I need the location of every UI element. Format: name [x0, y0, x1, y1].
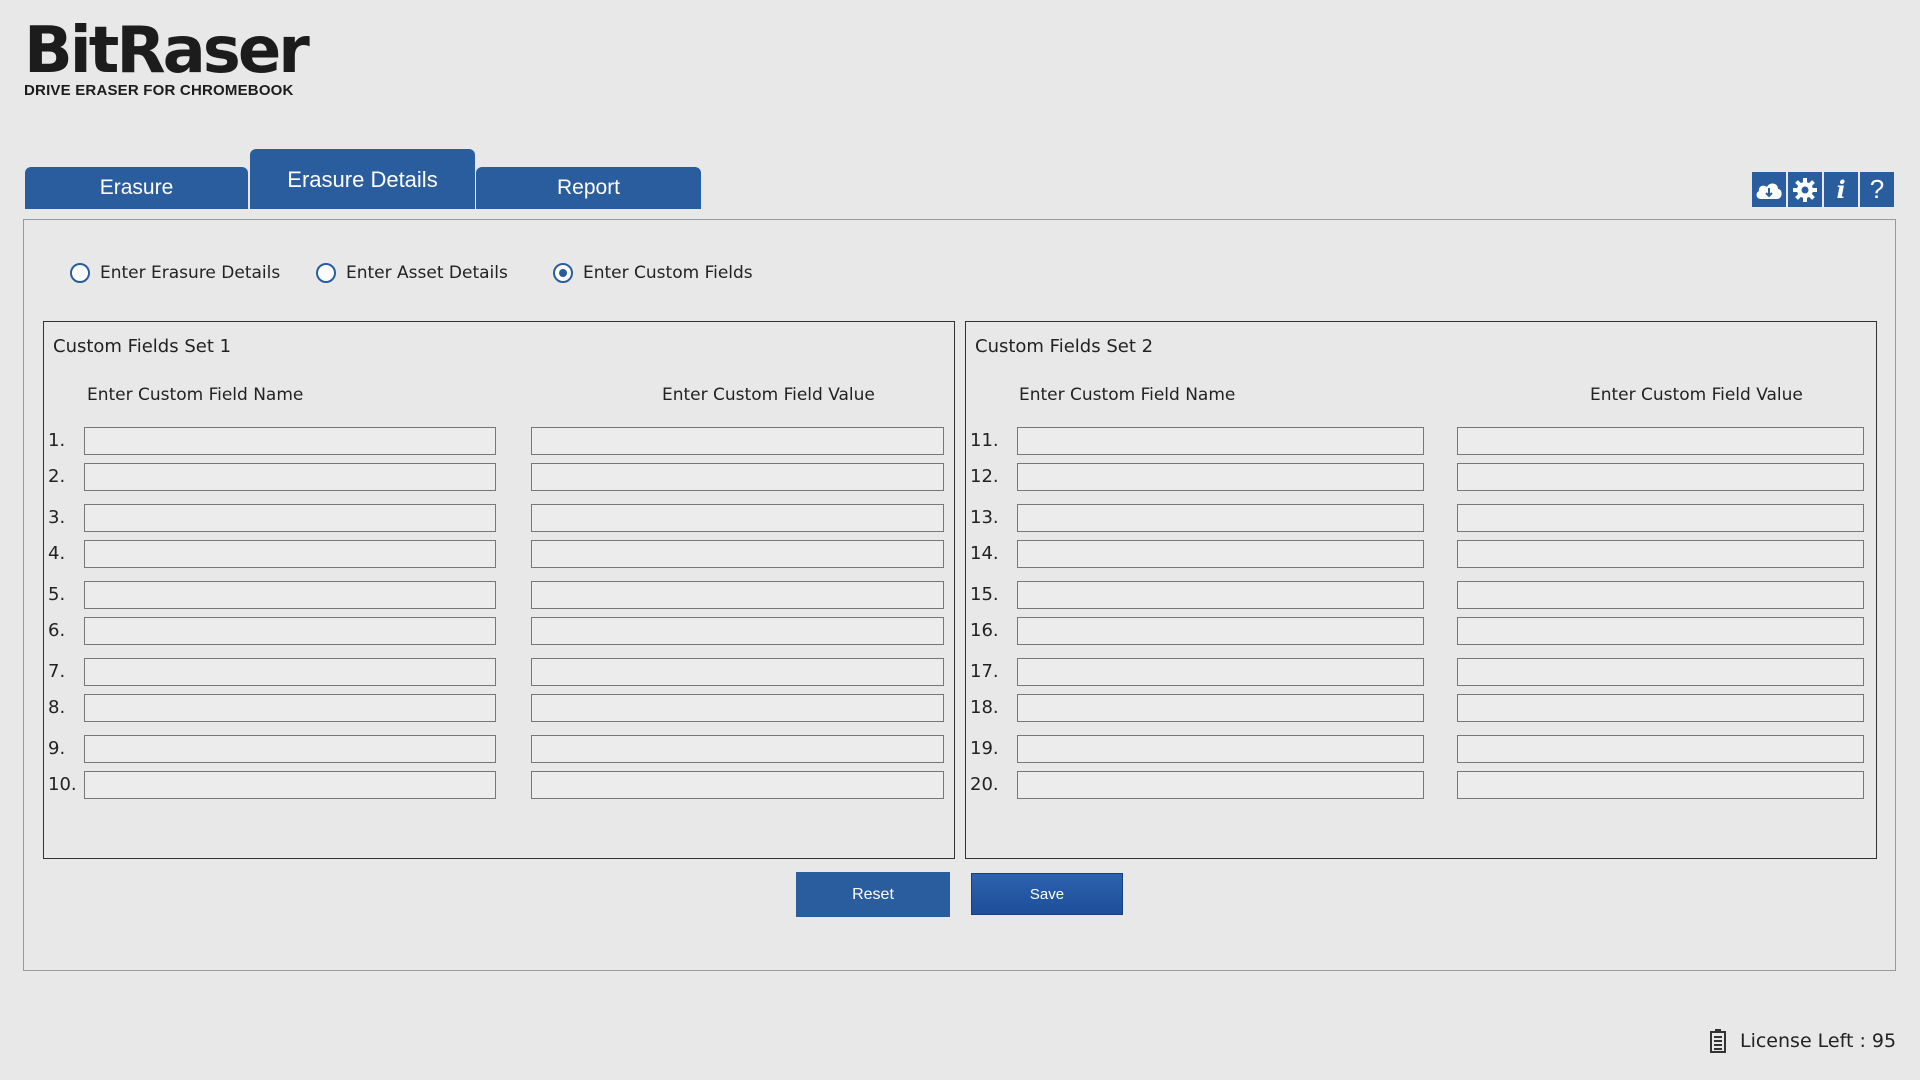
row-number: 4. [48, 543, 66, 564]
tab-erasure-details[interactable]: Erasure Details [250, 149, 475, 209]
radio-enter-asset-details[interactable]: Enter Asset Details [316, 260, 508, 286]
column-header-value: Enter Custom Field Value [662, 385, 875, 405]
custom-field-value-input[interactable] [531, 658, 944, 686]
row-number: 17. [970, 661, 999, 682]
custom-field-value-input[interactable] [1457, 735, 1864, 763]
reset-button[interactable]: Reset [796, 872, 950, 917]
info-icon[interactable]: i [1824, 172, 1858, 207]
toolbar: i ? [1752, 172, 1894, 207]
custom-field-value-input[interactable] [531, 463, 944, 491]
row-number: 3. [48, 507, 66, 528]
custom-field-name-input[interactable] [84, 581, 496, 609]
row-number: 18. [970, 697, 999, 718]
row-number: 9. [48, 738, 66, 759]
custom-field-name-input[interactable] [1017, 617, 1424, 645]
radio-label: Enter Asset Details [346, 263, 508, 283]
custom-field-value-input[interactable] [531, 694, 944, 722]
row-number: 14. [970, 543, 999, 564]
logo-title: BitRaser [24, 14, 310, 88]
row-number: 13. [970, 507, 999, 528]
custom-field-value-input[interactable] [531, 735, 944, 763]
custom-field-name-input[interactable] [1017, 427, 1424, 455]
custom-field-name-input[interactable] [84, 617, 496, 645]
radio-label: Enter Custom Fields [583, 263, 753, 283]
custom-field-name-input[interactable] [84, 694, 496, 722]
column-header-name: Enter Custom Field Name [1019, 385, 1236, 405]
row-number: 11. [970, 430, 999, 451]
custom-field-value-input[interactable] [531, 617, 944, 645]
custom-field-name-input[interactable] [84, 658, 496, 686]
row-number: 7. [48, 661, 66, 682]
custom-field-name-input[interactable] [84, 463, 496, 491]
row-number: 1. [48, 430, 66, 451]
custom-fields-set-2: Custom Fields Set 2 Enter Custom Field N… [965, 321, 1877, 859]
custom-field-value-input[interactable] [1457, 658, 1864, 686]
tab-erasure[interactable]: Erasure [25, 167, 248, 209]
radio-enter-custom-fields[interactable]: Enter Custom Fields [553, 260, 753, 286]
bitraser-logo: BitRaser DRIVE ERASER FOR CHROMEBOOK [24, 14, 310, 99]
custom-fields-set-1: Custom Fields Set 1 Enter Custom Field N… [43, 321, 955, 859]
custom-field-name-input[interactable] [84, 540, 496, 568]
row-number: 12. [970, 466, 999, 487]
custom-field-name-input[interactable] [84, 771, 496, 799]
help-icon[interactable]: ? [1860, 172, 1894, 207]
custom-field-name-input[interactable] [84, 427, 496, 455]
custom-field-name-input[interactable] [1017, 694, 1424, 722]
custom-field-value-input[interactable] [531, 427, 944, 455]
custom-field-value-input[interactable] [531, 771, 944, 799]
custom-field-name-input[interactable] [84, 735, 496, 763]
gear-icon[interactable] [1788, 172, 1822, 207]
custom-field-value-input[interactable] [1457, 504, 1864, 532]
custom-field-value-input[interactable] [1457, 694, 1864, 722]
tab-report[interactable]: Report [476, 167, 701, 209]
custom-field-name-input[interactable] [1017, 581, 1424, 609]
save-button[interactable]: Save [971, 873, 1123, 915]
license-status: License Left : 95 [1710, 1029, 1896, 1053]
custom-field-name-input[interactable] [1017, 735, 1424, 763]
custom-field-name-input[interactable] [1017, 658, 1424, 686]
fieldset-title: Custom Fields Set 1 [53, 336, 232, 357]
custom-field-value-input[interactable] [531, 504, 944, 532]
column-header-name: Enter Custom Field Name [87, 385, 304, 405]
custom-field-name-input[interactable] [1017, 504, 1424, 532]
radio-enter-erasure-details[interactable]: Enter Erasure Details [70, 260, 280, 286]
row-number: 10. [48, 774, 77, 795]
custom-field-value-input[interactable] [1457, 540, 1864, 568]
license-left-text: License Left : 95 [1740, 1030, 1897, 1052]
battery-icon [1710, 1029, 1726, 1053]
custom-field-name-input[interactable] [1017, 771, 1424, 799]
row-number: 16. [970, 620, 999, 641]
radio-button[interactable] [70, 263, 90, 283]
custom-field-value-input[interactable] [531, 540, 944, 568]
custom-field-name-input[interactable] [1017, 463, 1424, 491]
row-number: 2. [48, 466, 66, 487]
cloud-icon[interactable] [1752, 172, 1786, 207]
row-number: 5. [48, 584, 66, 605]
radio-label: Enter Erasure Details [100, 263, 281, 283]
row-number: 20. [970, 774, 999, 795]
custom-field-name-input[interactable] [84, 504, 496, 532]
logo-subtitle: DRIVE ERASER FOR CHROMEBOOK [24, 82, 294, 99]
row-number: 6. [48, 620, 66, 641]
radio-button-selected[interactable] [553, 263, 573, 283]
radio-button[interactable] [316, 263, 336, 283]
row-number: 19. [970, 738, 999, 759]
row-number: 15. [970, 584, 999, 605]
row-number: 8. [48, 697, 66, 718]
app-window: BitRaser DRIVE ERASER FOR CHROMEBOOK Era… [0, 0, 1920, 1080]
custom-field-value-input[interactable] [1457, 771, 1864, 799]
custom-field-value-input[interactable] [1457, 463, 1864, 491]
custom-field-value-input[interactable] [1457, 581, 1864, 609]
fieldset-title: Custom Fields Set 2 [975, 336, 1154, 357]
custom-field-value-input[interactable] [1457, 427, 1864, 455]
custom-field-value-input[interactable] [531, 581, 944, 609]
column-header-value: Enter Custom Field Value [1590, 385, 1803, 405]
custom-field-name-input[interactable] [1017, 540, 1424, 568]
custom-field-value-input[interactable] [1457, 617, 1864, 645]
